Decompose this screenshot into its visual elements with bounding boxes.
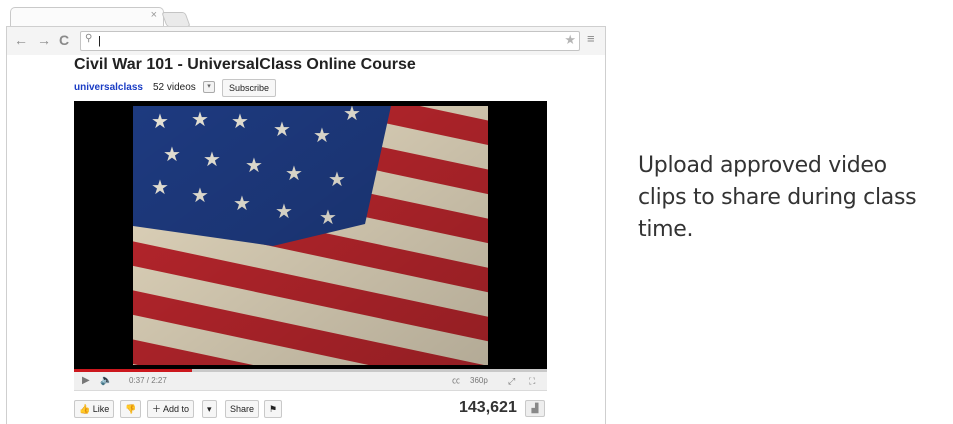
menu-icon[interactable]: ≡ xyxy=(587,31,595,46)
time-display: 0:37 / 2:27 xyxy=(129,376,167,385)
share-button[interactable]: Share xyxy=(225,400,260,418)
back-icon[interactable]: ← xyxy=(14,32,28,48)
search-icon: ⚲ xyxy=(85,33,93,44)
view-count: 143,621 xyxy=(459,399,517,416)
video-count: 52 videos xyxy=(153,82,196,93)
caption-text: Upload approved video clips to share dur… xyxy=(638,153,917,242)
plus-icon: ＋ xyxy=(152,404,162,414)
thumbs-down-icon: 👎 xyxy=(125,404,137,414)
captions-icon[interactable]: ㏄ xyxy=(452,375,460,387)
flag-icon: ⚑ xyxy=(269,404,278,414)
chevron-down-icon[interactable]: ▾ xyxy=(203,81,215,93)
add-to-button[interactable]: ＋ Add to xyxy=(147,400,195,418)
close-tab-icon[interactable]: × xyxy=(151,9,157,21)
dislike-button[interactable]: 👎 xyxy=(120,400,142,418)
flag-button[interactable]: ⚑ xyxy=(264,400,283,418)
address-bar[interactable]: ⚲ ★ xyxy=(80,31,580,51)
quality-selector[interactable]: 360p xyxy=(470,375,488,387)
expand-icon[interactable]: ⤢ xyxy=(508,375,515,387)
stats-icon[interactable]: ▟ xyxy=(525,400,545,417)
browser-window: × ← → C ⚲ ★ ≡ Civil War 101 - UniversalC… xyxy=(6,4,606,424)
video-title: Civil War 101 - UniversalClass Online Co… xyxy=(74,56,416,73)
add-to-dropdown[interactable]: ▾ xyxy=(202,400,217,418)
play-icon[interactable]: ▶ xyxy=(82,375,90,387)
volume-icon[interactable]: 🔈 xyxy=(100,375,112,387)
forward-icon[interactable]: → xyxy=(37,32,51,48)
browser-tab[interactable]: × xyxy=(10,7,164,27)
video-player[interactable]: ★★★★★ ★★★★★ ★★★★★ ★ xyxy=(74,101,547,369)
like-button[interactable]: 👍 Like xyxy=(74,400,115,418)
player-controls: ▶ 🔈 0:37 / 2:27 ㏄ 360p ⤢ ⛶ xyxy=(74,372,547,391)
video-frame-flag: ★★★★★ ★★★★★ ★★★★★ ★ xyxy=(133,106,488,365)
like-label: Like xyxy=(92,404,110,414)
fullscreen-icon[interactable]: ⛶ xyxy=(529,375,535,387)
reload-icon[interactable]: C xyxy=(59,32,69,48)
add-to-label: Add to xyxy=(163,404,190,414)
action-bar: 👍 Like 👎 ＋ Add to ▾ Share ⚑ 143,621 ▟ xyxy=(74,399,547,421)
thumbs-up-icon: 👍 xyxy=(79,404,91,414)
share-label: Share xyxy=(230,404,255,414)
chevron-down-icon: ▾ xyxy=(207,404,212,414)
address-input[interactable] xyxy=(98,33,538,48)
tab-strip: × xyxy=(6,4,606,27)
subscribe-button[interactable]: Subscribe xyxy=(222,79,277,97)
bookmark-star-icon[interactable]: ★ xyxy=(564,32,576,48)
page-content: Civil War 101 - UniversalClass Online Co… xyxy=(6,55,606,424)
new-tab-button[interactable] xyxy=(161,12,191,27)
channel-link[interactable]: universalclass xyxy=(74,82,143,93)
browser-toolbar: ← → C ⚲ ★ ≡ xyxy=(6,26,606,56)
